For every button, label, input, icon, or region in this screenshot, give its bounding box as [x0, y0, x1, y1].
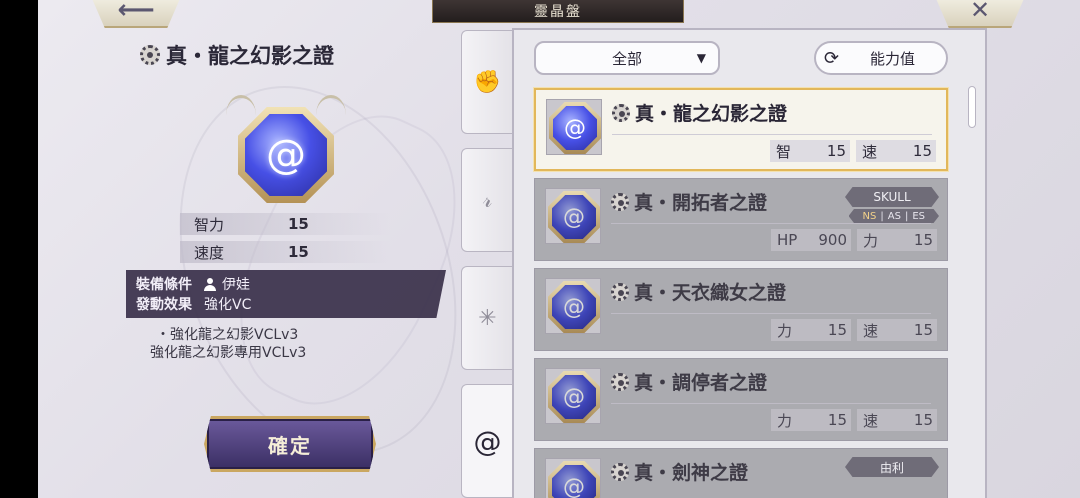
back-button[interactable]: ⟵: [90, 0, 182, 28]
list-item[interactable]: @ 真・調停者之證 力 15 速 15: [534, 358, 948, 441]
gear-icon: [611, 372, 629, 391]
category-filter-value: 全部: [611, 49, 642, 68]
effect-label: 發動效果: [136, 297, 192, 313]
confirm-button[interactable]: 確定: [204, 416, 376, 472]
swirl-icon: @: [473, 424, 502, 458]
equip-info-box: 裝備條件 伊娃 發動效果 強化VC: [126, 270, 446, 318]
fist-icon: ✊: [473, 69, 502, 95]
item-stat: 力 15: [771, 409, 851, 431]
gear-icon: [612, 103, 630, 122]
style-tags: NS | AS | ES: [848, 209, 939, 223]
equip-condition-label: 裝備條件: [136, 277, 192, 293]
item-stat: HP 900: [771, 229, 851, 251]
gear-icon: [611, 462, 629, 481]
stat-row-speed: 速度 15: [180, 241, 390, 263]
character-tag: SKULL: [845, 187, 939, 207]
effect-line: ・強化龍之幻影VCLv3: [156, 327, 299, 343]
item-stat: 速 15: [857, 319, 937, 341]
item-icon: @: [545, 188, 601, 244]
item-name-text: 真・調停者之證: [634, 372, 768, 394]
item-name-text: 真・天衣織女之證: [634, 282, 787, 304]
stat-value: 15: [288, 215, 309, 233]
selected-item-gem: @: [226, 95, 346, 210]
selected-item-name: 真・龍之幻影之證: [166, 43, 334, 68]
list-item[interactable]: @ 真・天衣織女之證 力 15 速 15: [534, 268, 948, 351]
sort-label: 能力值: [870, 49, 916, 68]
stat-row-int: 智力 15: [180, 213, 390, 235]
item-icon: @: [545, 278, 601, 334]
item-icon: @: [546, 99, 602, 155]
character-tag: 由利: [845, 457, 939, 477]
sort-button[interactable]: ⟳ 能力值: [814, 41, 948, 75]
item-stat: 力 15: [857, 229, 937, 251]
user-icon: [204, 277, 216, 291]
effect-line: 強化龍之幻影專用VCLv3: [150, 345, 307, 361]
item-stat: 力 15: [771, 319, 851, 341]
gear-icon: [611, 282, 629, 301]
back-arrow-icon: ⟵: [117, 0, 155, 25]
list-item[interactable]: @ 真・龍之幻影之證 智 15 速 15: [534, 88, 948, 171]
close-icon: ✕: [969, 0, 991, 24]
item-name: 真・調停者之證: [611, 368, 767, 395]
item-name-text: 真・龍之幻影之證: [635, 103, 788, 125]
tornado-icon: 𝓇: [482, 187, 493, 213]
effect-description: ・強化龍之幻影VCLv3 強化龍之幻影專用VCLv3: [150, 326, 306, 362]
screen-title: 靈晶盤: [432, 0, 684, 23]
star-emblem-icon: ✳: [478, 305, 497, 331]
effect-value: 強化VC: [204, 297, 252, 313]
selected-item-title: 真・龍之幻影之證: [140, 40, 334, 70]
item-stat: 速 15: [856, 140, 936, 162]
list-item[interactable]: @ 真・開拓者之證 SKULL NS | AS | ES HP 900 力 15: [534, 178, 948, 261]
list-scrollbar[interactable]: [968, 86, 976, 128]
item-stat: 速 15: [857, 409, 937, 431]
item-icon: @: [545, 368, 601, 424]
gear-icon: [140, 45, 160, 65]
gear-icon: [611, 192, 629, 211]
stat-label: 智力: [194, 215, 225, 234]
item-name-text: 真・劍神之證: [634, 462, 749, 484]
stat-label: 速度: [194, 243, 225, 262]
dropdown-arrow-icon: ▼: [696, 51, 706, 65]
list-item[interactable]: @ 真・劍神之證 由利: [534, 448, 948, 498]
tab-swirl[interactable]: @: [461, 384, 513, 498]
equip-condition-value: 伊娃: [222, 277, 250, 293]
item-name: 真・開拓者之證: [611, 188, 767, 215]
tab-star-emblem[interactable]: ✳: [461, 266, 513, 370]
close-button[interactable]: ✕: [934, 0, 1026, 28]
item-icon: @: [545, 458, 601, 498]
swirl-icon: @: [266, 132, 306, 178]
item-name: 真・劍神之證: [611, 458, 748, 485]
refresh-icon: ⟳: [824, 47, 840, 69]
item-name: 真・龍之幻影之證: [612, 99, 787, 126]
category-filter-select[interactable]: 全部 ▼: [534, 41, 720, 75]
tab-fist[interactable]: ✊: [461, 30, 513, 134]
item-stat: 智 15: [770, 140, 850, 162]
stat-value: 15: [288, 243, 309, 261]
item-name: 真・天衣織女之證: [611, 278, 786, 305]
item-name-text: 真・開拓者之證: [634, 192, 768, 214]
tab-tornado[interactable]: 𝓇: [461, 148, 513, 252]
